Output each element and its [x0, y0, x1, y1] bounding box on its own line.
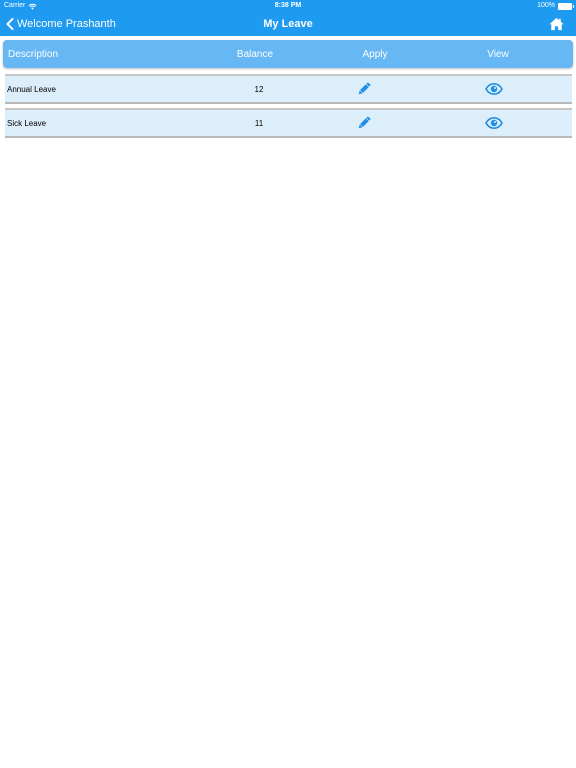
status-bar: Carrier 8:38 PM 100%	[0, 0, 576, 12]
leave-description: Sick Leave	[7, 118, 47, 128]
view-button[interactable]	[454, 110, 534, 136]
home-icon[interactable]	[549, 17, 564, 31]
apply-button[interactable]	[324, 110, 404, 136]
header-apply: Apply	[362, 48, 388, 60]
leave-description: Annual Leave	[7, 84, 56, 94]
battery-indicator: 100%	[537, 0, 574, 12]
header-view: View	[487, 48, 509, 60]
pencil-icon[interactable]	[356, 115, 372, 131]
battery-icon	[558, 2, 574, 10]
header-description: Description	[8, 48, 59, 60]
table-header: Description Balance Apply View	[3, 40, 573, 68]
eye-icon[interactable]	[485, 83, 503, 95]
page-title: My Leave	[263, 18, 313, 30]
navigation-bar: Welcome Prashanth My Leave	[0, 12, 576, 36]
eye-icon[interactable]	[485, 117, 503, 129]
table-row: Sick Leave 11	[5, 108, 572, 138]
pencil-icon[interactable]	[356, 81, 372, 97]
apply-button[interactable]	[324, 76, 404, 102]
header-balance: Balance	[236, 48, 274, 60]
leave-balance: 12	[254, 84, 264, 94]
table-row: Annual Leave 12	[5, 74, 572, 104]
leave-balance: 11	[254, 118, 264, 128]
view-button[interactable]	[454, 76, 534, 102]
battery-percent: 100%	[537, 2, 555, 9]
clock: 8:38 PM	[274, 2, 302, 9]
